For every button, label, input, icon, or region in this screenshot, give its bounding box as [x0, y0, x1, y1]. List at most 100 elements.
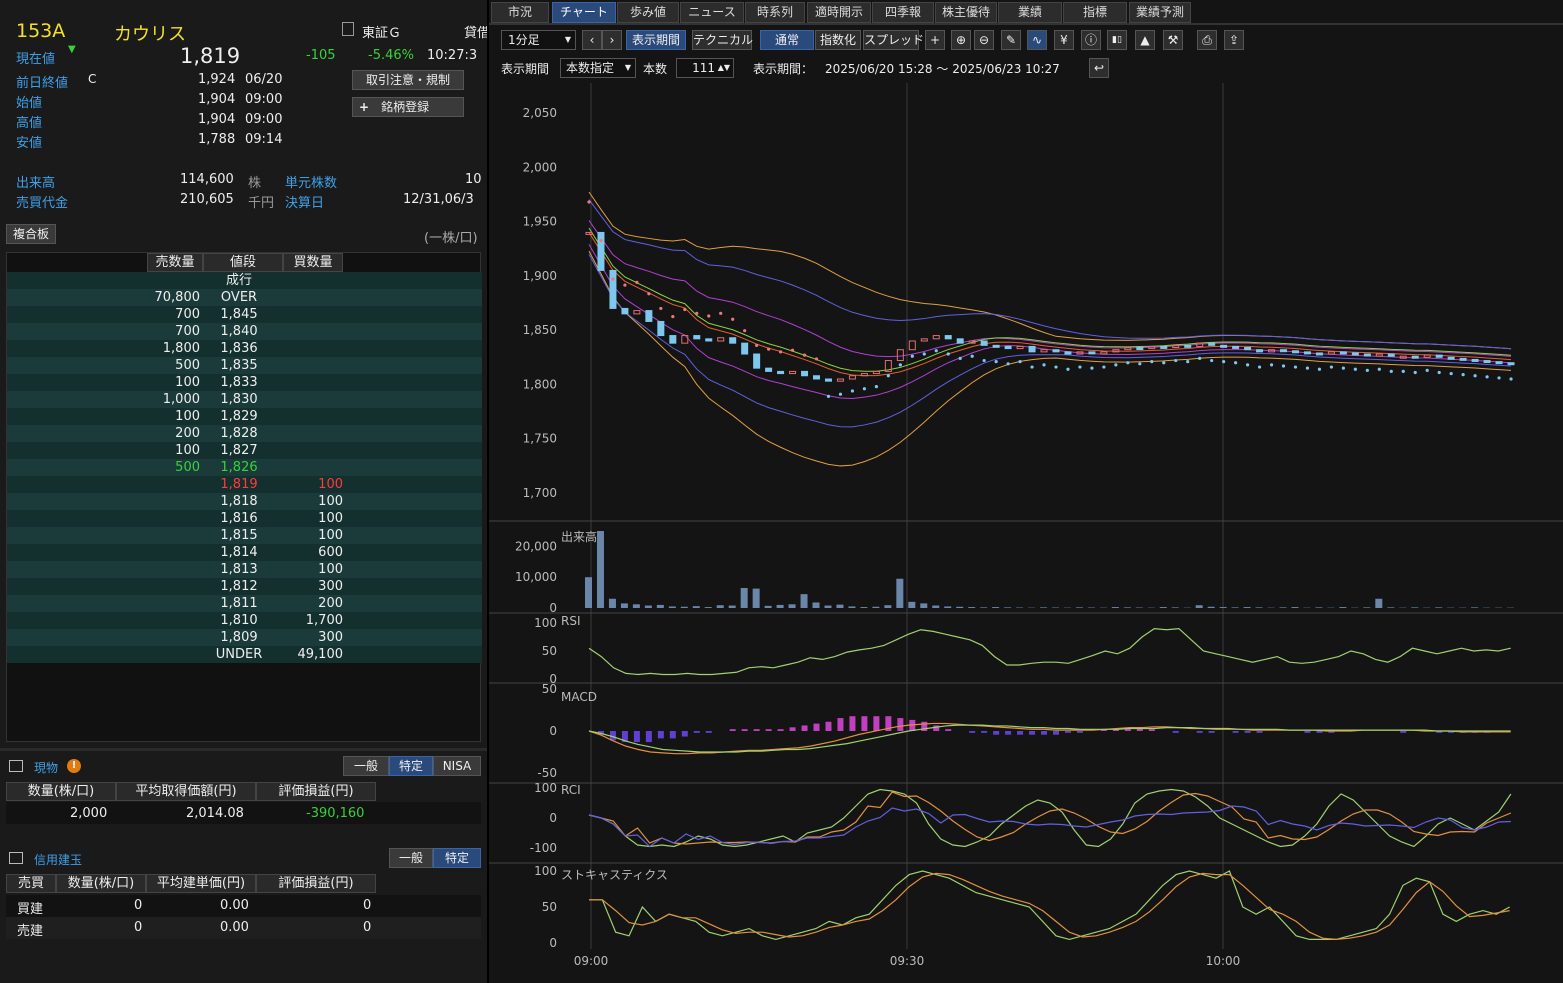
upper-band-line: [588, 220, 1512, 358]
board-row[interactable]: 1,813 100: [7, 561, 482, 578]
tab-shikiho[interactable]: 四季報: [872, 2, 934, 23]
board-row[interactable]: 500 1,826: [7, 459, 482, 476]
spot-tab-nisa[interactable]: NISA: [433, 756, 481, 776]
board-price: 1,840: [220, 324, 258, 339]
tab-indicators[interactable]: 指標: [1063, 2, 1127, 23]
export-icon[interactable]: ⇪: [1224, 30, 1244, 50]
candlestick: [860, 373, 868, 377]
tab-news[interactable]: ニュース: [680, 2, 744, 23]
volume-bar: [704, 607, 712, 608]
tab-forecast[interactable]: 業績予測: [1129, 2, 1191, 23]
board-row[interactable]: 700 1,840: [7, 323, 482, 340]
board-buy-qty: 49,100: [297, 647, 344, 662]
wrench-icon[interactable]: ⚒: [1163, 30, 1183, 50]
board-row[interactable]: 1,818 100: [7, 493, 482, 510]
prev-icon[interactable]: ‹: [582, 30, 602, 50]
candlestick: [1447, 356, 1455, 360]
rsi-tick-label: 50: [542, 644, 557, 658]
warning-icon[interactable]: !: [67, 759, 81, 773]
board-row[interactable]: 100 1,829: [7, 408, 482, 425]
board-row[interactable]: UNDER 49,100: [7, 646, 482, 663]
margin-tab-specific[interactable]: 特定: [433, 848, 481, 868]
board-row[interactable]: 500 1,835: [7, 357, 482, 374]
board-sell-qty: 500: [175, 358, 200, 373]
board-price: UNDER: [215, 647, 263, 662]
tab-benefits[interactable]: 株主優待: [935, 2, 997, 23]
board-row[interactable]: 1,812 300: [7, 578, 482, 595]
board-row[interactable]: 1,000 1,830: [7, 391, 482, 408]
spot-tab-general[interactable]: 一般: [343, 756, 389, 776]
board-row[interactable]: 1,810 1,700: [7, 612, 482, 629]
candlestick: [657, 320, 665, 337]
doc-icon[interactable]: [342, 22, 354, 36]
candlestick: [789, 370, 797, 375]
pencil-icon[interactable]: ✎: [1001, 30, 1021, 50]
board-row[interactable]: 100 1,827: [7, 442, 482, 459]
count-label: 本数: [643, 62, 668, 76]
spot-window-icon[interactable]: [9, 760, 23, 772]
print-icon[interactable]: ⎙: [1197, 30, 1217, 50]
price-chart[interactable]: 09:00 09:30 10:00 2,050 2,000 1,950 1,900 1,850…: [489, 83, 1563, 983]
tab-market[interactable]: 市況: [491, 2, 549, 23]
zoom-out-icon[interactable]: ⊖: [974, 30, 994, 50]
margin-tab-general[interactable]: 一般: [389, 848, 433, 868]
margin-window-icon[interactable]: [9, 852, 23, 864]
tab-timeseries[interactable]: 時系列: [745, 2, 805, 23]
candlestick: [1028, 345, 1036, 353]
sar-dot: [1018, 360, 1022, 364]
board-row[interactable]: 1,816 100: [7, 510, 482, 527]
board-row[interactable]: 1,815 100: [7, 527, 482, 544]
chart-line-icon[interactable]: ∿: [1027, 30, 1047, 50]
tab-chart[interactable]: チャート: [552, 2, 616, 23]
spread-button[interactable]: スプレッド: [863, 30, 924, 50]
board-row[interactable]: 1,811 200: [7, 595, 482, 612]
board-row[interactable]: 1,809 300: [7, 629, 482, 646]
macd-histogram-bar: [1005, 731, 1012, 735]
board-row[interactable]: 70,800 OVER: [7, 289, 482, 306]
count-input[interactable]: 111 ▲▼: [676, 58, 734, 78]
tab-disclosure[interactable]: 適時開示: [807, 2, 871, 23]
next-icon[interactable]: ›: [602, 30, 622, 50]
reset-icon[interactable]: ↩: [1089, 58, 1109, 78]
yen-icon[interactable]: ¥: [1054, 30, 1074, 50]
spot-tab-specific[interactable]: 特定: [389, 756, 433, 776]
zoom-in-icon[interactable]: ⊕: [951, 30, 971, 50]
board-row[interactable]: 1,814 600: [7, 544, 482, 561]
board-title-button[interactable]: 複合板: [6, 224, 56, 244]
board-row[interactable]: 成行: [7, 272, 482, 289]
margin-pl-buy: 0: [363, 898, 372, 913]
trade-caution-button[interactable]: 取引注意・規制: [352, 70, 464, 90]
open-time: 09:00: [245, 92, 283, 107]
board-rows: 成行 70,800 OVER 700 1,845 700 1,840 1,800 1,836 50…: [7, 272, 482, 663]
interval-select[interactable]: 1分足 ▼: [501, 30, 576, 50]
macd-histogram-bar: [1400, 731, 1407, 733]
volume-bar: [1279, 607, 1287, 608]
volume-tick-label: 10,000: [515, 570, 557, 584]
tab-ticks[interactable]: 歩み値: [617, 2, 679, 23]
candlestick: [693, 335, 701, 340]
register-stock-button[interactable]: + 銘柄登録: [352, 97, 464, 117]
board-sell-qty: 500: [175, 460, 200, 475]
board-row[interactable]: 1,819 100: [7, 476, 482, 493]
candle-icon[interactable]: ▮▯: [1107, 30, 1127, 50]
board-row[interactable]: 200 1,828: [7, 425, 482, 442]
sar-dot: [1078, 365, 1082, 369]
macd-histogram-bar: [729, 729, 736, 731]
normal-button[interactable]: 通常: [760, 30, 814, 50]
area-icon[interactable]: ▲: [1135, 30, 1155, 50]
info-icon[interactable]: ⓘ: [1081, 30, 1101, 50]
order-board: 売数量 値段 買数量 成行 70,800 OVER 700 1,845 700 1,840 1…: [6, 252, 482, 742]
technical-button[interactable]: テクニカル: [692, 30, 753, 50]
crosshair-icon[interactable]: +: [925, 30, 945, 50]
margin-avg-sell: 0.00: [220, 920, 249, 935]
board-row[interactable]: 1,800 1,836: [7, 340, 482, 357]
period-mode-select[interactable]: 本数指定 ▼: [560, 58, 636, 78]
sar-dot: [1138, 362, 1142, 366]
board-row[interactable]: 100 1,833: [7, 374, 482, 391]
sar-dot: [1030, 365, 1034, 369]
period-button[interactable]: 表示期間: [626, 30, 686, 50]
board-row[interactable]: 700 1,845: [7, 306, 482, 323]
tab-performance[interactable]: 業績: [998, 2, 1062, 23]
index-button[interactable]: 指数化: [815, 30, 861, 50]
sar-dot: [1461, 373, 1465, 377]
